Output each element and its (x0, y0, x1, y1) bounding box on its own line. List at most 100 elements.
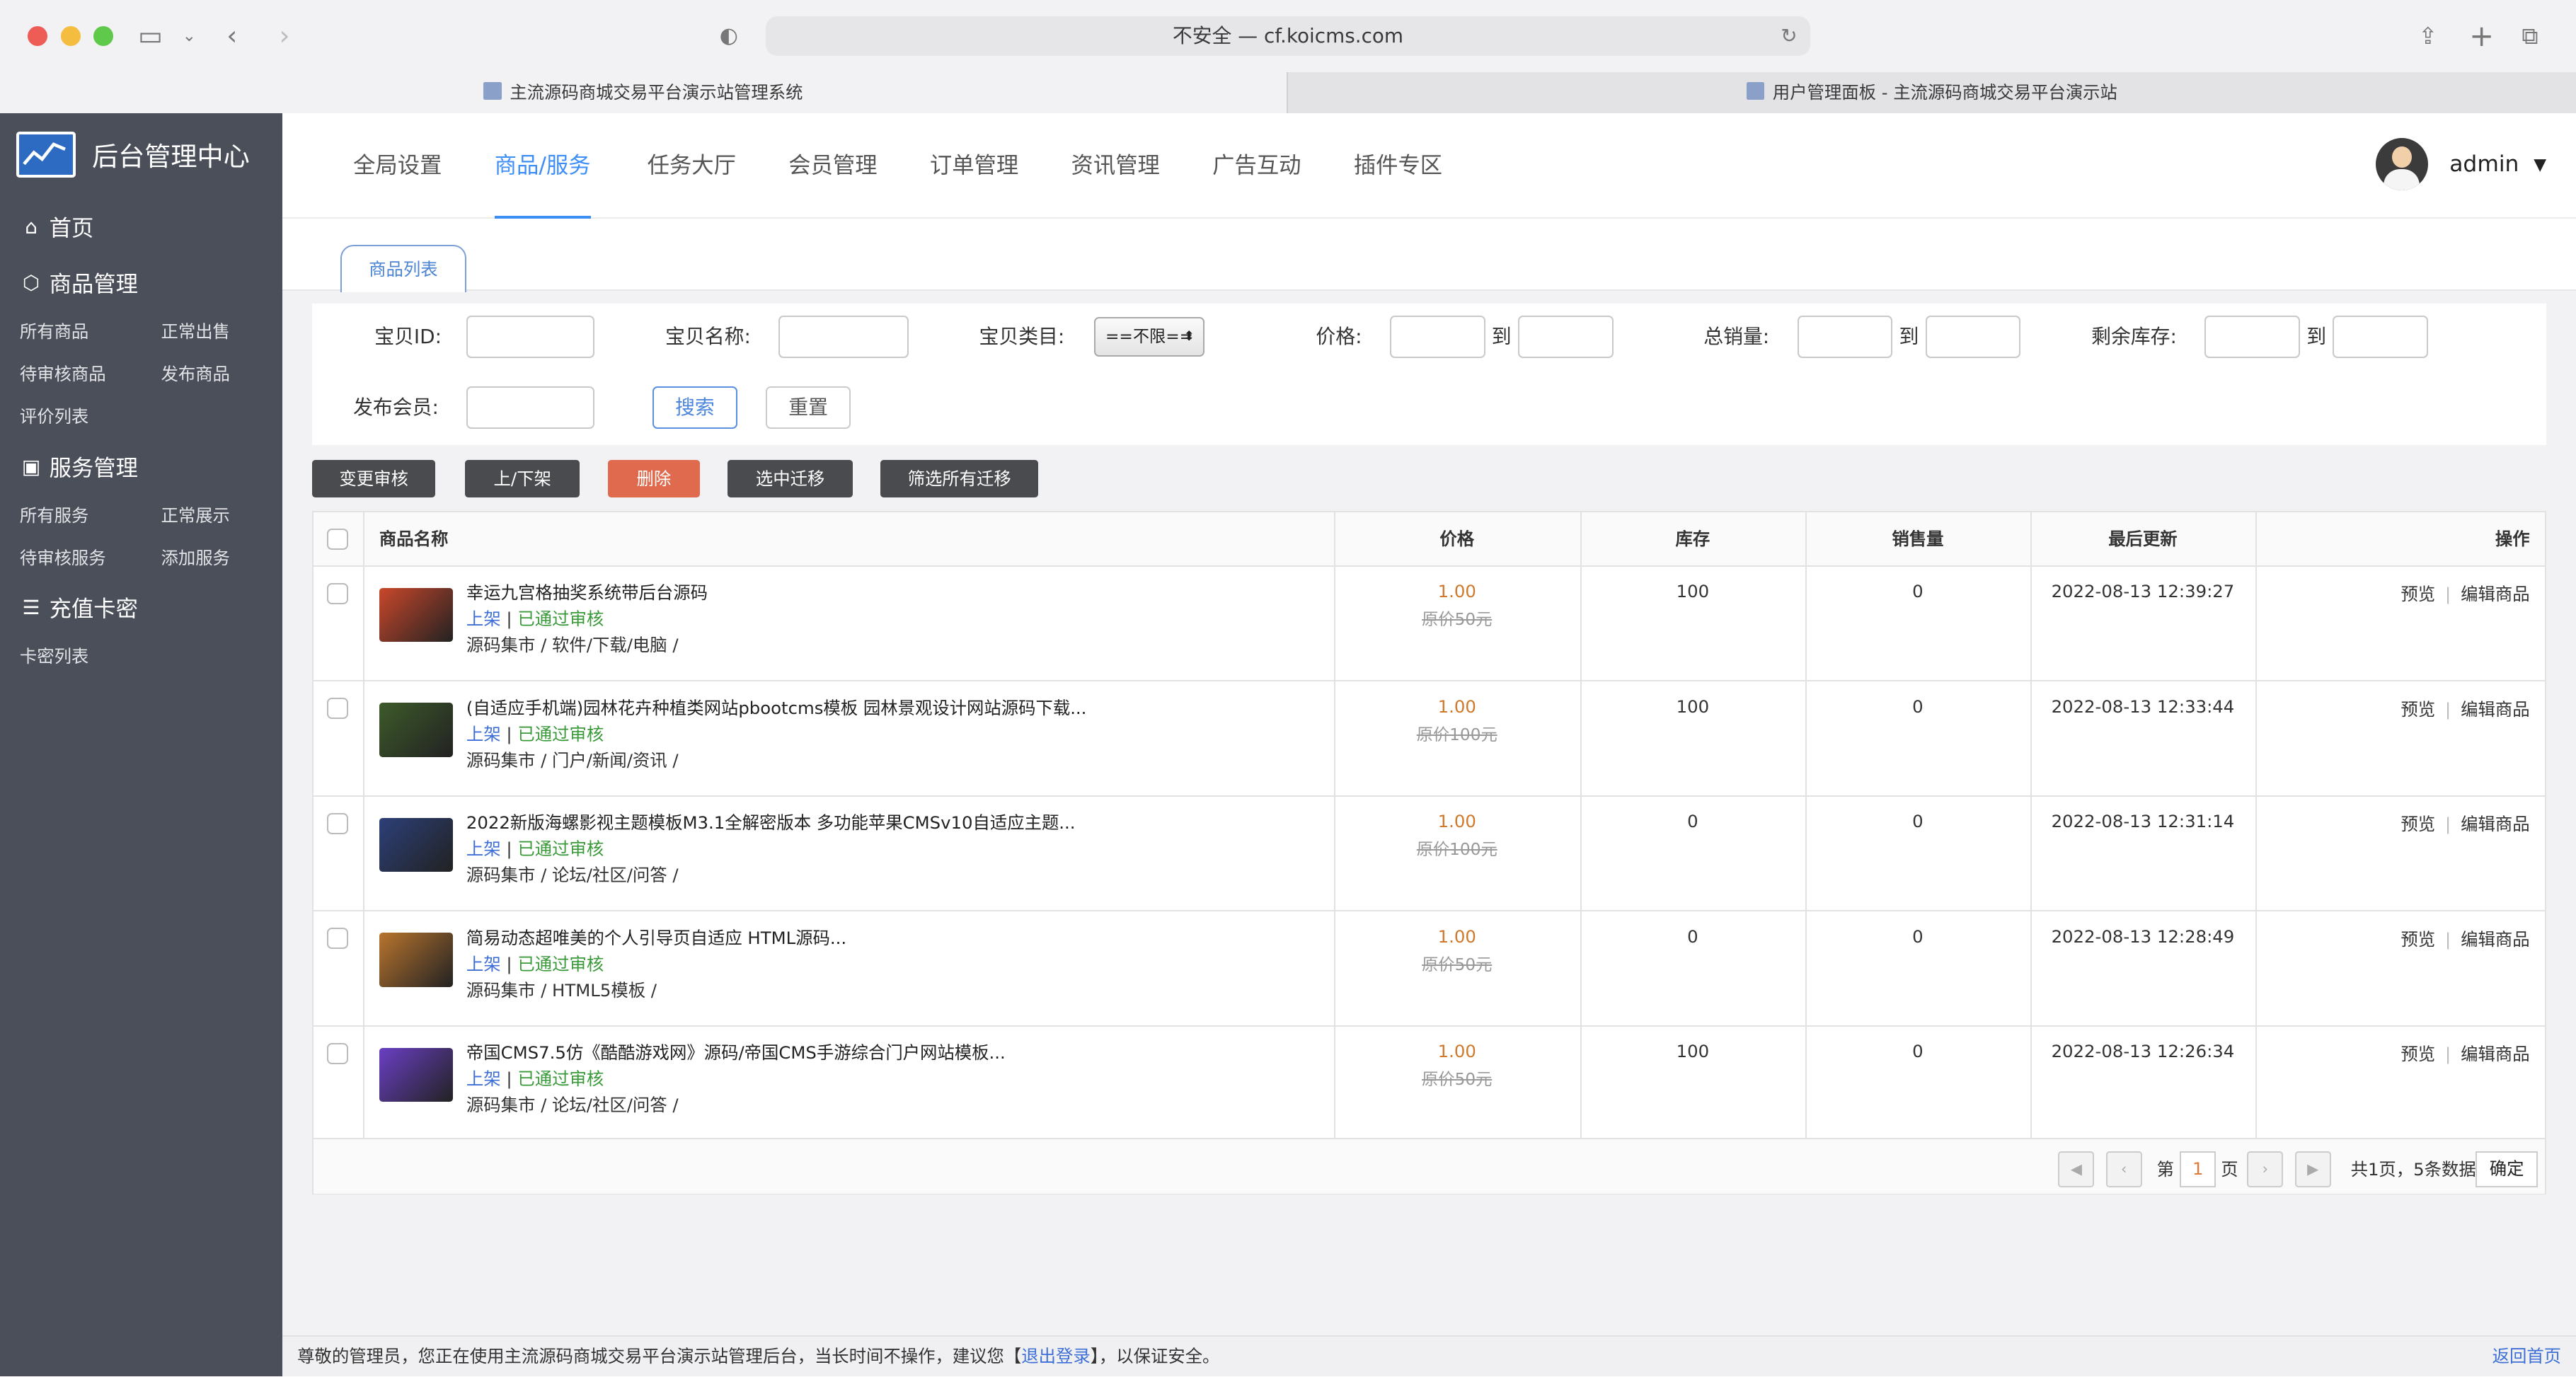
row-checkbox[interactable] (326, 928, 348, 950)
preview-link[interactable]: 预览 (2400, 814, 2435, 834)
sidebar-item-pending-goods[interactable]: 待审核商品 (20, 353, 161, 396)
sidebar-item-publish-goods[interactable]: 发布商品 (161, 353, 302, 396)
user-menu[interactable]: admin ▼ (2375, 137, 2546, 191)
product-title[interactable]: 简易动态超唯美的个人引导页自适应 HTML源码... (466, 925, 846, 950)
preview-link[interactable]: 预览 (2400, 929, 2435, 950)
new-tab-icon[interactable]: + (2469, 19, 2494, 52)
preview-link[interactable]: 预览 (2400, 699, 2435, 720)
product-title[interactable]: 幸运九宫格抽奖系统带后台源码 (466, 580, 708, 604)
preview-link[interactable]: 预览 (2400, 584, 2435, 604)
filter-id-input[interactable] (466, 315, 595, 359)
select-all-checkbox[interactable] (326, 529, 348, 551)
browser-tab-user-panel[interactable]: 用户管理面板 - 主流源码商城交易平台演示站 (1286, 72, 2576, 114)
chevron-down-icon[interactable]: ⌄ (183, 20, 196, 52)
back-icon[interactable]: ‹ (226, 20, 237, 52)
nav-goods-services[interactable]: 商品/服务 (494, 113, 591, 219)
minimize-window-button[interactable] (60, 26, 81, 46)
migrate-selected-button[interactable]: 选中迁移 (728, 459, 853, 498)
filter-sales-min-input[interactable] (1797, 315, 1893, 359)
toggle-listing-button[interactable]: 上/下架 (464, 459, 580, 498)
nav-plugins[interactable]: 插件专区 (1354, 113, 1442, 219)
close-window-button[interactable] (28, 26, 48, 46)
row-checkbox[interactable] (326, 812, 348, 834)
privacy-shield-icon[interactable]: ◐ (720, 20, 738, 52)
to-label: 到 (2306, 324, 2327, 348)
prev-page-icon[interactable]: ‹ (2105, 1151, 2142, 1187)
filter-category-select[interactable]: ==不限== ⬍ (1094, 317, 1204, 357)
filter-sales-max-input[interactable] (1925, 315, 2021, 359)
zoom-window-button[interactable] (93, 26, 114, 46)
sidebar-section-services[interactable]: ▣ 服务管理 (0, 439, 282, 495)
preview-link[interactable]: 预览 (2400, 1044, 2435, 1064)
product-thumbnail[interactable] (379, 817, 454, 872)
product-status: 上架 | 已通过审核 (466, 836, 604, 860)
forward-icon[interactable]: › (280, 20, 290, 52)
row-checkbox[interactable] (326, 698, 348, 720)
filter-stock-label: 剩余库存: (2091, 324, 2177, 348)
sidebar-toggle-icon[interactable]: ▭ (138, 20, 163, 52)
edit-link[interactable]: 编辑商品 (2461, 699, 2529, 720)
change-review-button[interactable]: 变更审核 (312, 459, 436, 498)
product-thumbnail[interactable] (379, 1047, 454, 1102)
sidebar-item-pending-services[interactable]: 待审核服务 (20, 537, 161, 580)
product-title[interactable]: 2022新版海螺影视主题模板M3.1全解密版本 多功能苹果CMSv10自适应主题… (466, 810, 1076, 834)
top-nav: 全局设置 商品/服务 任务大厅 会员管理 订单管理 资讯管理 广告互动 插件专区… (282, 113, 2576, 219)
nav-ads[interactable]: 广告互动 (1212, 113, 1301, 219)
sidebar-item-card-list[interactable]: 卡密列表 (20, 635, 161, 678)
row-checkbox[interactable] (326, 1042, 348, 1064)
edit-link[interactable]: 编辑商品 (2461, 584, 2529, 604)
product-title[interactable]: 帝国CMS7.5仿《酷酷游戏网》源码/帝国CMS手游综合门户网站模板... (466, 1039, 1006, 1064)
first-page-icon[interactable]: ◀ (2058, 1151, 2095, 1187)
delete-button[interactable]: 删除 (607, 459, 700, 498)
nav-members[interactable]: 会员管理 (788, 113, 877, 219)
filter-member-label: 发布会员: (353, 395, 439, 419)
sidebar-item-add-service[interactable]: 添加服务 (161, 537, 302, 580)
product-title[interactable]: (自适应手机端)园林花卉种植类网站pbootcms模板 园林景观设计网站源码下载… (466, 695, 1087, 720)
filter-stock-min-input[interactable] (2204, 315, 2300, 359)
product-thumbnail[interactable] (379, 587, 454, 643)
filter-name-label: 宝贝名称: (665, 324, 751, 348)
address-bar[interactable]: 不安全 — cf.koicms.com ↻ (765, 16, 1811, 56)
migrate-all-filtered-button[interactable]: 筛选所有迁移 (880, 459, 1039, 498)
filter-price-min-input[interactable] (1389, 315, 1485, 359)
sidebar-item-all-services[interactable]: 所有服务 (20, 495, 161, 537)
action-separator: | (2445, 928, 2451, 950)
reset-button[interactable]: 重置 (765, 386, 851, 429)
row-actions: 预览 | 编辑商品 (2400, 926, 2529, 951)
sidebar-item-home[interactable]: ⌂ 首页 (0, 199, 282, 255)
last-page-icon[interactable]: ▶ (2294, 1151, 2331, 1187)
tab-goods-list[interactable]: 商品列表 (340, 244, 467, 293)
product-thumbnail[interactable] (379, 703, 454, 757)
next-page-icon[interactable]: › (2247, 1151, 2284, 1187)
filter-stock-max-input[interactable] (2333, 315, 2428, 359)
reload-icon[interactable]: ↻ (1781, 16, 1797, 56)
product-thumbnail[interactable] (379, 933, 454, 987)
filter-member-input[interactable] (466, 386, 595, 429)
nav-task-hall[interactable]: 任务大厅 (648, 113, 736, 219)
sidebar-item-shown-services[interactable]: 正常展示 (161, 495, 302, 537)
nav-news[interactable]: 资讯管理 (1071, 113, 1160, 219)
sidebar-item-on-sale[interactable]: 正常出售 (161, 311, 302, 353)
filter-price-max-input[interactable] (1517, 315, 1614, 359)
edit-link[interactable]: 编辑商品 (2461, 814, 2529, 834)
nav-orders[interactable]: 订单管理 (930, 113, 1018, 219)
page-confirm-button[interactable]: 确定 (2476, 1151, 2538, 1187)
browser-tab-admin[interactable]: 主流源码商城交易平台演示站管理系统 (0, 72, 1287, 114)
share-icon[interactable]: ⇪ (2418, 20, 2437, 52)
search-button[interactable]: 搜索 (652, 386, 738, 429)
edit-link[interactable]: 编辑商品 (2461, 929, 2529, 950)
col-name: 商品名称 (379, 528, 449, 549)
sidebar-section-goods[interactable]: ⬡ 商品管理 (0, 255, 282, 311)
nav-global-settings[interactable]: 全局设置 (353, 113, 442, 219)
filter-name-input[interactable] (778, 315, 909, 359)
sidebar-item-reviews[interactable]: 评价列表 (20, 396, 161, 438)
sidebar-section-cards[interactable]: ☰ 充值卡密 (0, 580, 282, 635)
page-number-input[interactable]: 1 (2180, 1151, 2216, 1187)
logout-link[interactable]: 退出登录 (1021, 1346, 1090, 1366)
tab-overview-icon[interactable]: ⧉ (2522, 20, 2538, 52)
edit-link[interactable]: 编辑商品 (2461, 1044, 2529, 1064)
brand[interactable]: 后台管理中心 (0, 113, 282, 195)
back-home-link[interactable]: 返回首页 (2492, 1337, 2561, 1376)
row-checkbox[interactable] (326, 582, 348, 604)
sidebar-item-all-goods[interactable]: 所有商品 (20, 311, 161, 353)
